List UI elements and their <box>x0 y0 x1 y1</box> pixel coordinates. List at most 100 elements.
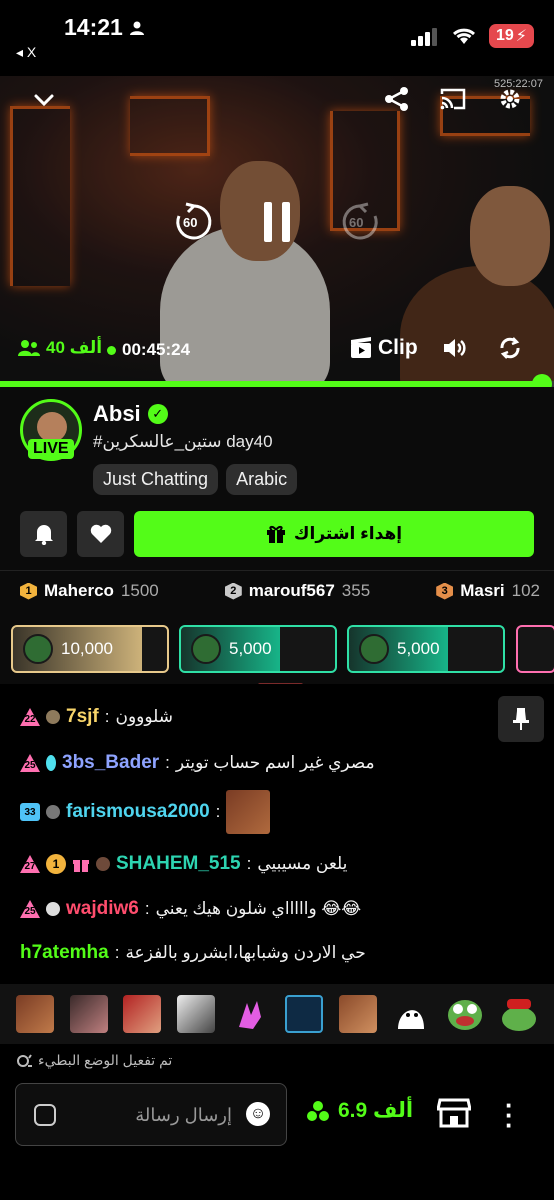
stream-code: 525:22:07 <box>494 78 543 90</box>
leaderboard-entry[interactable]: 1 Maherco 1500 <box>20 581 159 601</box>
chat-message[interactable]: 25 3bs_Bader : مصري غير اسم حساب تويتر <box>20 752 375 774</box>
emote-dog[interactable] <box>177 995 216 1033</box>
rank-badge: 1 <box>20 582 37 600</box>
gift-goal-amount: 10,000 <box>61 639 113 658</box>
user-badge <box>96 857 110 871</box>
gift-badge-icon <box>73 860 89 872</box>
user-badge <box>46 755 56 771</box>
gift-goal-card[interactable]: 5,000 <box>347 625 505 673</box>
chat-message[interactable]: h7atemha : حي الاردن وشبابها،ابشررو بالف… <box>20 942 366 964</box>
category-tag[interactable]: Just Chatting <box>93 464 219 495</box>
emote-team-logo[interactable] <box>284 995 323 1033</box>
cast-icon[interactable] <box>440 88 466 110</box>
user-badge <box>46 710 60 724</box>
emote-laughing-man[interactable] <box>15 995 54 1033</box>
notifications-button[interactable] <box>20 511 67 557</box>
rewind-60-button[interactable]: 60 <box>174 202 214 242</box>
leaderboard-value: 1500 <box>120 581 159 600</box>
chat-username[interactable]: farismousa2000 <box>66 801 210 823</box>
emote-ghost[interactable] <box>392 995 430 1033</box>
gift-subscription-button[interactable]: إهداء اشتراك <box>134 511 534 557</box>
user-badge <box>46 902 60 916</box>
chat-username[interactable]: 3bs_Bader <box>62 752 159 774</box>
chat-username[interactable]: h7atemha <box>20 942 109 964</box>
gifter-avatar <box>191 634 221 664</box>
leaderboard-entry[interactable]: 3 Masri 102 <box>436 581 540 601</box>
volume-icon[interactable] <box>442 336 466 360</box>
gift-goal-amount: 5,000 <box>229 639 272 658</box>
video-player[interactable]: 525:22:07 60 60 40 ألف 00:45:24 Clip <box>0 76 554 386</box>
level-badge: 25 <box>20 754 40 772</box>
rank-badge: 2 <box>224 582 242 600</box>
pause-button[interactable] <box>262 200 292 244</box>
rotate-screen-icon[interactable] <box>498 336 522 360</box>
store-icon[interactable] <box>437 1098 471 1128</box>
category-tag[interactable]: Arabic <box>226 464 298 495</box>
gift-leaderboard: 1 Maherco 1500 2 marouf567 355 3 Masri 102 <box>20 581 540 601</box>
emote-man-laugh[interactable] <box>338 995 377 1033</box>
emote-image <box>226 790 271 834</box>
chat-text: واااااي شلون هيك يعني 😂😂 <box>155 899 362 918</box>
chat-username[interactable]: 7sjf <box>66 706 99 728</box>
emote-woman[interactable] <box>69 995 108 1033</box>
chat-message[interactable]: 22 7sjf : شلووون <box>20 706 173 728</box>
pin-icon <box>513 708 529 730</box>
more-options-button[interactable]: · · · <box>505 1092 514 1138</box>
emote-man-red[interactable] <box>123 995 162 1033</box>
gift-card-partial[interactable] <box>516 625 554 673</box>
clip-button[interactable]: Clip <box>350 336 418 360</box>
back-to-app-link[interactable]: ◂ X <box>16 44 36 61</box>
chat-commands-icon[interactable] <box>34 1104 56 1126</box>
clock: 14:21 <box>64 14 145 41</box>
gifter-avatar <box>23 634 53 664</box>
user-badge <box>46 805 60 819</box>
chat-input-container: ☺ <box>15 1083 287 1146</box>
emote-pepe-hat[interactable] <box>500 995 538 1033</box>
stream-tags: Just Chatting Arabic <box>93 464 298 495</box>
follow-button[interactable] <box>77 511 124 557</box>
share-icon[interactable] <box>384 86 410 112</box>
pause-icon <box>264 202 290 242</box>
leaderboard-entry[interactable]: 2 marouf567 355 <box>224 581 371 601</box>
emote-pink-hands[interactable] <box>231 995 269 1033</box>
emote-bar <box>0 984 554 1044</box>
chat-message[interactable]: 25 wajdiw6 : واااااي شلون هيك يعني 😂😂 <box>20 898 361 920</box>
chat-text: شلووون <box>115 707 174 726</box>
channel-points[interactable]: 6.9 ألف <box>306 1098 413 1123</box>
pepe-icon <box>448 1000 483 1030</box>
gifter-avatar <box>359 634 389 664</box>
live-badge: LIVE <box>28 439 74 459</box>
channel-name[interactable]: Absi ✓ <box>93 401 168 427</box>
chat-message[interactable]: 27 1 SHAHEM_515 : يلعن مسيبيي <box>20 853 347 875</box>
chevron-down-icon[interactable] <box>32 88 56 112</box>
emoji-picker-icon[interactable]: ☺ <box>246 1102 270 1126</box>
slow-mode-notice: تم تفعيل الوضع البطيء <box>16 1052 172 1069</box>
gift-goal-card[interactable]: 5,000 <box>179 625 337 673</box>
forward-60-button[interactable]: 60 <box>340 202 380 242</box>
rank-badge: 3 <box>436 582 454 600</box>
gear-icon[interactable] <box>498 87 522 111</box>
snail-icon <box>17 1053 32 1067</box>
leaderboard-name: Maherco <box>44 581 114 600</box>
leaderboard-value: 355 <box>341 581 371 600</box>
pin-message-button[interactable] <box>498 696 544 742</box>
charging-icon: ⚡ <box>515 28 527 45</box>
uptime: 00:45:24 <box>107 340 190 360</box>
chat-input[interactable] <box>72 1098 232 1132</box>
points-icon <box>307 1100 329 1121</box>
channel-actions: إهداء اشتراك <box>20 511 534 557</box>
chat-text: مصري غير اسم حساب تويتر <box>175 753 375 772</box>
clip-icon <box>351 337 371 358</box>
channel-panel: LIVE Absi ✓ #ستين_عالسكرين day40 Just Ch… <box>0 387 554 687</box>
divider <box>0 570 554 571</box>
level-badge: 27 <box>20 855 40 873</box>
gifter-rank-badge: 1 <box>46 854 66 874</box>
chat-username[interactable]: wajdiw6 <box>66 898 139 920</box>
chat-username[interactable]: SHAHEM_515 <box>116 853 241 875</box>
gift-goal-card[interactable]: 10,000 <box>11 625 169 673</box>
emote-pepe[interactable] <box>446 995 484 1033</box>
person-icon <box>129 21 144 35</box>
chat-panel: 22 7sjf : شلووون 25 3bs_Bader : مصري غير… <box>0 684 554 984</box>
pink-hands-icon <box>239 1001 262 1029</box>
chat-message[interactable]: 33 farismousa2000 : <box>20 790 271 834</box>
